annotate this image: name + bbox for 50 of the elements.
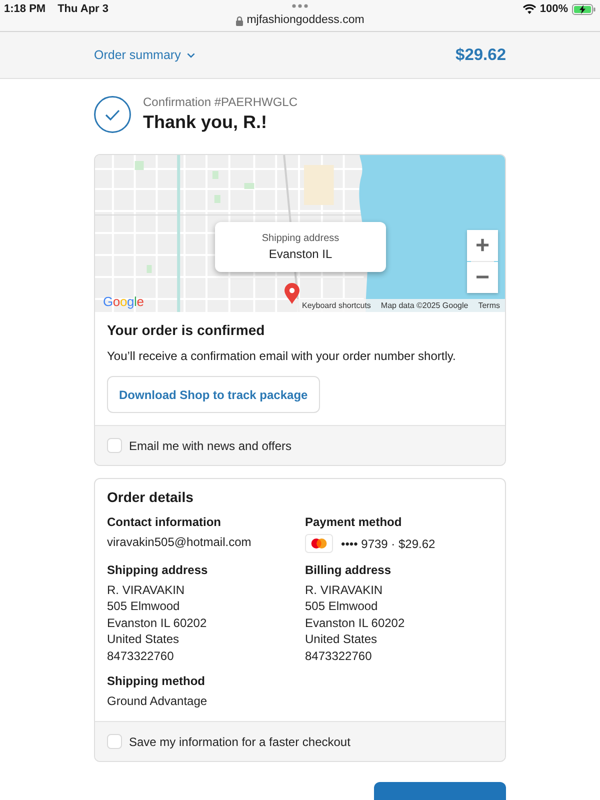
card-number: •••• 9739 · $29.62 (341, 536, 436, 550)
section-title: Your order is confirmed (107, 321, 266, 339)
detail-line: Evanston IL 60202 (107, 614, 208, 632)
detail-heading: Payment method (305, 514, 403, 530)
map-pin-icon (284, 283, 300, 304)
checkbox-label[interactable]: Email me with news and offers (129, 438, 292, 452)
wifi-icon (522, 4, 536, 14)
thank-you-title: Thank you, R.! (143, 111, 268, 133)
detail-heading: Contact information (107, 514, 222, 530)
checkbox[interactable] (107, 438, 122, 453)
map-logo: Google (103, 294, 144, 309)
detail-heading: Shipping address (107, 562, 209, 578)
order-total: $29.62 (456, 46, 506, 64)
detail-line: R. VIRAVAKIN (107, 582, 186, 598)
map-attribution-link[interactable]: Map data ©2025 Google (376, 299, 474, 312)
url-text[interactable]: mjfashiongoddess.com (246, 14, 364, 27)
confirmation-number: Confirmation #PAERHWGLC (143, 95, 298, 109)
more-icon[interactable] (292, 4, 308, 8)
battery-charging-icon (572, 4, 596, 15)
order-summary-toggle[interactable]: Order summary (94, 48, 195, 62)
check-circle-icon (94, 96, 131, 132)
detail-line: 8473322760 (305, 648, 373, 664)
checkbox-label[interactable]: Save my information for a faster checkout (129, 734, 350, 749)
detail-line: Evanston IL 60202 (305, 614, 406, 632)
detail-line: R. VIRAVAKIN (305, 582, 384, 598)
status-date: Thu Apr 3 (58, 2, 109, 16)
status-time: 1:18 PM (4, 2, 46, 16)
detail-line: 505 Elmwood (305, 598, 379, 615)
detail-heading: Shipping method (107, 673, 206, 690)
zoom-out-button[interactable]: − (467, 262, 498, 293)
lock-icon (236, 16, 243, 26)
detail-line: United States (305, 631, 378, 648)
confirmation-message: You’ll receive a confirmation email with your order number shortly. (107, 348, 457, 364)
checkbox[interactable] (107, 734, 122, 750)
download-shop-button[interactable]: Download Shop to track package (107, 376, 320, 413)
popup-city: Evanston IL (268, 247, 332, 261)
detail-line: viravakin505@hotmail.com (107, 534, 252, 550)
chevron-down-icon (186, 52, 195, 58)
card-brand-icon (305, 534, 333, 553)
map-attribution-link[interactable]: Terms (473, 299, 505, 312)
popup-label: Shipping address (262, 233, 340, 244)
detail-line: 505 Elmwood (107, 598, 181, 615)
battery-percent: 100% (540, 2, 568, 16)
detail-line: 8473322760 (107, 648, 175, 664)
detail-line: Ground Advantage (107, 693, 208, 710)
map-attribution-link[interactable]: Keyboard shortcuts (296, 299, 376, 312)
section-title: Order details (107, 488, 194, 506)
detail-line: United States (107, 631, 180, 648)
detail-heading: Billing address (305, 562, 392, 578)
zoom-in-button[interactable]: + (467, 230, 498, 261)
